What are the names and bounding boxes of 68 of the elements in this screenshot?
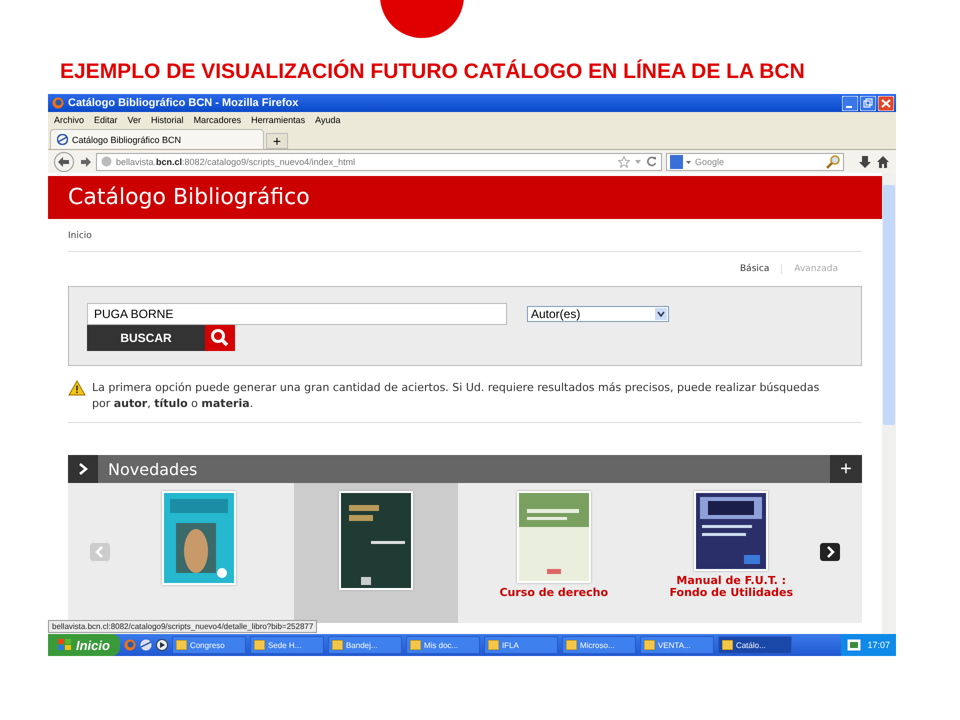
window-icon bbox=[722, 640, 733, 650]
search-mode-tab[interactable]: Básica bbox=[728, 264, 782, 274]
window-icon bbox=[254, 640, 265, 650]
taskbar-item[interactable]: Congreso bbox=[172, 636, 246, 654]
download-icon[interactable] bbox=[858, 154, 872, 168]
browser-logo-icon bbox=[52, 97, 64, 109]
window-icon bbox=[644, 640, 655, 650]
menu-item[interactable]: Historial bbox=[151, 115, 184, 125]
field-dropdown[interactable]: Autor(es) bbox=[527, 306, 669, 322]
reload-icon[interactable] bbox=[646, 156, 657, 167]
notice-text: La primera opción puede generar una gran cantidad de aciertos. Si Ud. requiere resultados más precisos, puede realizar búsquedas por autor, título o materia. bbox=[92, 380, 820, 412]
taskbar-item[interactable]: Bandej... bbox=[328, 636, 402, 654]
browser-tab[interactable]: Catálogo Bibliográfico BCN bbox=[50, 129, 264, 149]
breadcrumb-link[interactable]: Inicio bbox=[68, 219, 862, 252]
page-header: Catálogo Bibliográfico bbox=[48, 176, 882, 219]
book-item[interactable]: Manual de F.U.T. : Fondo de Utilidades bbox=[649, 483, 814, 623]
menu-item[interactable]: Ayuda bbox=[315, 115, 340, 125]
scrollbar[interactable] bbox=[882, 173, 896, 634]
taskbar-item[interactable]: Sede H... bbox=[250, 636, 324, 654]
taskbar-item[interactable]: Mis doc... bbox=[406, 636, 480, 654]
home-icon[interactable] bbox=[876, 154, 890, 168]
search-button[interactable]: BUSCAR bbox=[87, 325, 205, 351]
book-title[interactable]: Manual de F.U.T. : Fondo de Utilidades bbox=[661, 575, 802, 599]
address-bar[interactable]: bellavista.bcn.cl:8082/catalogo9/scripts_nuevo4/index_html bbox=[96, 152, 662, 170]
chevron-down-icon bbox=[655, 308, 667, 320]
language-icon[interactable] bbox=[847, 639, 862, 651]
window-icon bbox=[332, 640, 343, 650]
minimize-button[interactable] bbox=[842, 96, 858, 110]
window-icon bbox=[410, 640, 421, 650]
window-icon bbox=[176, 640, 187, 650]
scrollbar-thumb[interactable] bbox=[883, 185, 895, 425]
menu-item[interactable]: Editar bbox=[94, 115, 118, 125]
web-search-field[interactable]: Google bbox=[666, 152, 844, 170]
close-button[interactable] bbox=[878, 96, 894, 110]
back-button[interactable] bbox=[52, 152, 76, 172]
taskbar-item[interactable]: IFLA bbox=[484, 636, 558, 654]
search-icon[interactable] bbox=[205, 325, 235, 351]
search-field[interactable]: PUGA BORNE bbox=[87, 303, 507, 325]
window-icon bbox=[566, 640, 577, 650]
book-item[interactable] bbox=[294, 483, 458, 623]
section-title: Novedades bbox=[107, 460, 198, 478]
windows-logo-icon bbox=[58, 639, 72, 651]
chevron-right-icon[interactable] bbox=[77, 462, 89, 476]
menu-item[interactable]: Marcadores bbox=[194, 115, 242, 125]
taskbar-item[interactable]: VENTA... bbox=[640, 636, 714, 654]
restore-button[interactable] bbox=[860, 96, 876, 110]
menu-item[interactable]: Archivo bbox=[54, 115, 84, 125]
warning-icon bbox=[68, 380, 86, 396]
book-title[interactable]: Curso de derecho bbox=[484, 587, 624, 599]
book-item[interactable]: Curso de derecho bbox=[472, 483, 636, 623]
new-tab-button[interactable]: + bbox=[266, 133, 288, 149]
clock-text: 17:07 bbox=[867, 640, 890, 650]
next-button[interactable] bbox=[820, 543, 840, 561]
window-title: Catálogo Bibliográfico BCN - Mozilla Firefox bbox=[68, 97, 300, 109]
taskbar-item[interactable]: Catálo... bbox=[718, 636, 792, 654]
menu-item[interactable]: Ver bbox=[128, 115, 142, 125]
menu-item[interactable]: Herramientas bbox=[251, 115, 306, 125]
search-engine-icon[interactable] bbox=[670, 154, 692, 168]
star-icon[interactable] bbox=[618, 156, 630, 168]
window-icon bbox=[488, 640, 499, 650]
expand-button[interactable]: + bbox=[830, 455, 862, 483]
media-icon[interactable] bbox=[156, 639, 168, 651]
taskbar-item[interactable]: Microso... bbox=[562, 636, 636, 654]
search-icon[interactable] bbox=[826, 154, 840, 168]
status-url: bellavista.bcn.cl:8082/catalogo9/scripts_nuevo4/detalle_libro?bib=252877 bbox=[48, 620, 318, 633]
forward-icon[interactable] bbox=[80, 156, 92, 168]
start-button[interactable]: Inicio bbox=[48, 634, 120, 656]
slide-title: EJEMPLO DE VISUALIZACIÓN FUTURO CATÁLOGO EN LÍNEA DE LA BCN bbox=[60, 58, 806, 85]
